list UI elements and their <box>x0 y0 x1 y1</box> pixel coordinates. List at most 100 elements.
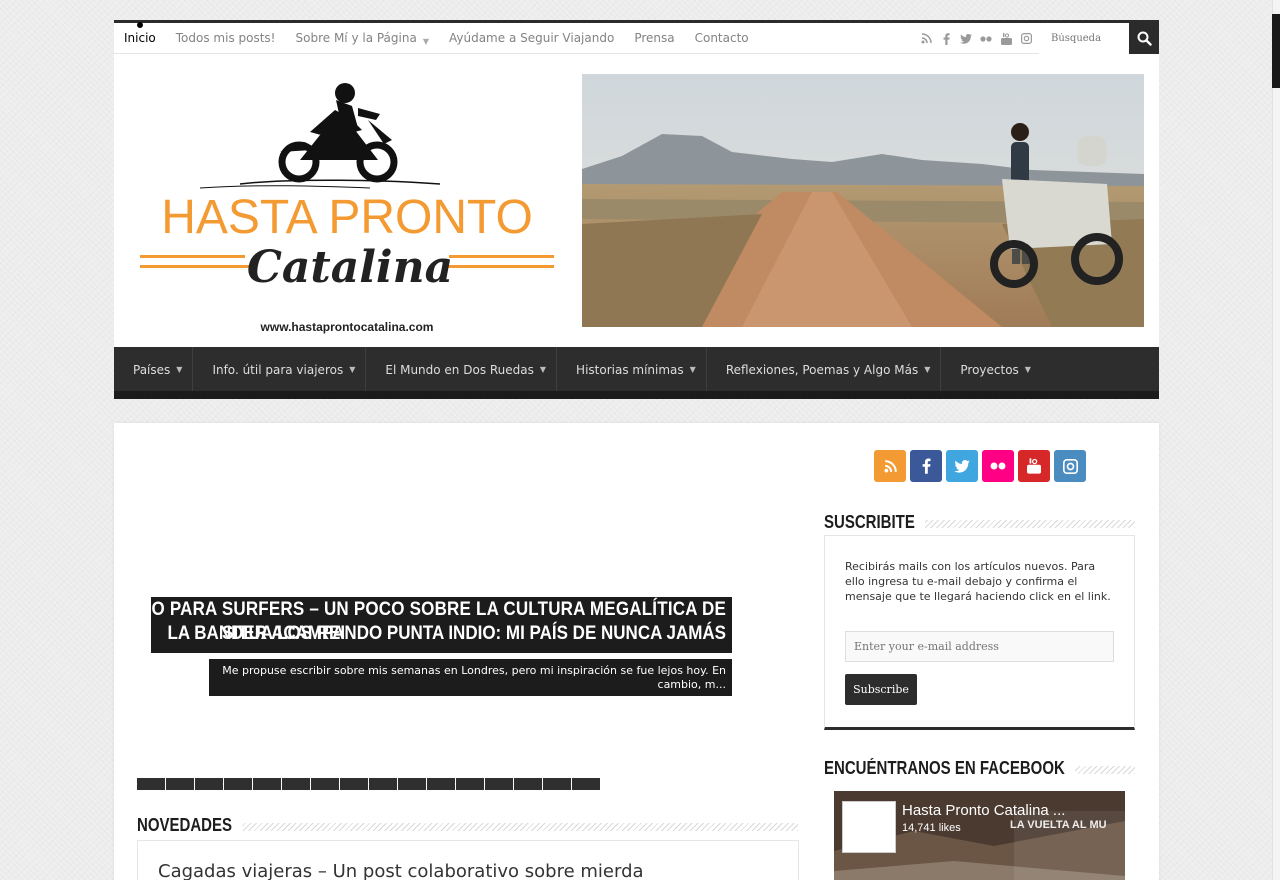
main-nav-mundo-dos-ruedas-label: El Mundo en Dos Ruedas <box>385 363 534 377</box>
main-nav-historias-minimas[interactable]: Historias mínimas ▼ <box>557 347 707 391</box>
flickr-icon[interactable] <box>976 23 996 54</box>
caret-down-icon: ▼ <box>924 365 931 374</box>
main-nav-paises[interactable]: Países ▼ <box>114 347 194 391</box>
sidebar-instagram-button[interactable] <box>1054 450 1086 482</box>
instagram-icon <box>1062 458 1078 474</box>
main-nav-historias-minimas-label: Historias mínimas <box>576 363 684 377</box>
main-nav-info-util[interactable]: Info. útil para viajeros ▼ <box>193 347 367 391</box>
slider-pagination <box>137 778 601 790</box>
top-nav-inicio[interactable]: Inicio <box>114 22 166 54</box>
twitter-icon[interactable] <box>956 23 976 54</box>
slider-page-dot[interactable] <box>543 778 571 790</box>
flickr-icon <box>990 462 1006 470</box>
slider-page-dot[interactable] <box>398 778 426 790</box>
slider-page-dot[interactable] <box>282 778 310 790</box>
site-header: HASTA PRONTO Catalina www.hastaprontocat… <box>114 54 1159 347</box>
caret-down-icon: ▼ <box>349 365 356 374</box>
header-banner-photo <box>582 74 1144 327</box>
slider-page-dot[interactable] <box>369 778 397 790</box>
logo-divider-bottom-right <box>444 265 554 268</box>
top-nav-contacto[interactable]: Contacto <box>685 23 759 54</box>
slider-page-dot[interactable] <box>137 778 165 790</box>
slider-title-line-2-right: LA BANDER ACAMPANDO PUNTA INDIO: MI PAÍS… <box>167 621 726 644</box>
facebook-page-likes: 14,741 likes <box>902 822 961 834</box>
logo-divider-bottom <box>140 265 250 268</box>
caret-down-icon: ▼ <box>176 365 183 374</box>
news-item-title[interactable]: Cagadas viajeras – Un post colaborativo … <box>158 861 644 880</box>
instagram-icon[interactable] <box>1016 23 1036 54</box>
facebook-page-name[interactable]: Hasta Pronto Catalina ... <box>902 802 1065 819</box>
sidebar-facebook-button[interactable] <box>910 450 942 482</box>
search-button[interactable] <box>1129 23 1159 54</box>
facebook-icon <box>922 458 930 474</box>
facebook-page-widget[interactable]: Hasta Pronto Catalina ... 14,741 likes L… <box>834 791 1125 880</box>
logo-title: HASTA PRONTO <box>161 191 533 244</box>
top-nav-sobre-mi[interactable]: Sobre Mí y la Página ▼ <box>286 23 439 54</box>
caret-down-icon: ▼ <box>689 365 696 374</box>
slider-page-dot[interactable] <box>195 778 223 790</box>
subscribe-button[interactable]: Subscribe <box>845 674 917 705</box>
twitter-icon <box>954 459 970 473</box>
sidebar-flickr-button[interactable] <box>982 450 1014 482</box>
caret-down-icon: ▼ <box>539 365 547 374</box>
main-nav-reflexiones-label: Reflexiones, Poemas y Algo Más <box>725 363 919 377</box>
subscribe-description: Recibirás mails con los artículos nuevos… <box>845 560 1111 603</box>
slider-caption-title[interactable]: PULAU NIAS NO ES SÓLO PARA SURFERS – UN … <box>151 597 732 653</box>
main-nav-proyectos[interactable]: Proyectos ▼ <box>941 347 1041 391</box>
news-item[interactable]: Cagadas viajeras – Un post colaborativo … <box>137 840 799 880</box>
sidebar-twitter-button[interactable] <box>946 450 978 482</box>
sidebar-youtube-button[interactable] <box>1018 450 1050 482</box>
slider-caption-excerpt: Me propuse escribir sobre mis semanas en… <box>209 659 732 696</box>
logo-script: Catalina <box>246 242 454 293</box>
slider-page-dot[interactable] <box>456 778 484 790</box>
facebook-heading: ENCUÉNTRANOS EN FACEBOOK <box>824 758 1075 779</box>
slider-page-dot[interactable] <box>485 778 513 790</box>
slider-title-line-1: PULAU NIAS NO ES SÓLO PARA SURFERS – UN … <box>151 597 726 620</box>
facebook-page-logo <box>842 801 896 853</box>
facebook-cover-text: LA VUELTA AL MU <box>1010 819 1107 831</box>
subscribe-widget: Recibirás mails con los artículos nuevos… <box>824 535 1135 730</box>
motorcycle-rider-illustration <box>199 83 441 189</box>
search-icon <box>1137 31 1152 46</box>
search-input[interactable] <box>1039 23 1129 54</box>
slider-page-dot[interactable] <box>166 778 194 790</box>
slider-page-dot[interactable] <box>311 778 339 790</box>
top-nav-ayudame[interactable]: Ayúdame a Seguir Viajando <box>439 23 624 54</box>
email-field[interactable] <box>845 631 1114 662</box>
top-nav: Inicio Todos mis posts! Sobre Mí y la Pá… <box>114 22 759 54</box>
youtube-icon[interactable] <box>996 23 1016 54</box>
logo-divider-top <box>140 255 245 258</box>
site-logo[interactable]: HASTA PRONTO Catalina www.hastaprontocat… <box>140 80 554 340</box>
slider-page-dot[interactable] <box>224 778 252 790</box>
novedades-heading: NOVEDADES <box>137 815 243 836</box>
page-scrollbar[interactable] <box>1272 0 1280 880</box>
top-nav-todos-mis-posts[interactable]: Todos mis posts! <box>166 23 286 54</box>
slider-page-dot[interactable] <box>514 778 542 790</box>
slider-page-dot[interactable] <box>572 778 600 790</box>
caret-down-icon: ▼ <box>422 37 429 46</box>
top-social-links <box>916 23 1036 54</box>
caret-down-icon: ▼ <box>1024 365 1031 374</box>
sidebar-social-buttons <box>874 450 1090 482</box>
rss-icon[interactable] <box>916 23 936 54</box>
main-nav: Países ▼ Info. útil para viajeros ▼ El Mun… <box>114 347 1159 399</box>
main-nav-reflexiones[interactable]: Reflexiones, Poemas y Algo Más ▼ <box>707 347 942 391</box>
logo-divider-top-right <box>449 255 554 258</box>
sidebar-rss-button[interactable] <box>874 450 906 482</box>
slider-page-dot[interactable] <box>340 778 368 790</box>
slider-page-dot[interactable] <box>253 778 281 790</box>
top-bar: Inicio Todos mis posts! Sobre Mí y la Pá… <box>114 20 1159 54</box>
youtube-icon <box>1027 458 1041 474</box>
facebook-icon[interactable] <box>936 23 956 54</box>
main-nav-info-util-label: Info. útil para viajeros <box>212 363 344 377</box>
main-nav-proyectos-label: Proyectos <box>960 363 1019 377</box>
slider-page-dot[interactable] <box>427 778 455 790</box>
subscribe-heading-stripes <box>894 520 1135 528</box>
rss-icon <box>883 459 897 473</box>
main-content: PULAU NIAS NO ES SÓLO PARA SURFERS – UN … <box>114 423 1159 880</box>
main-nav-mundo-dos-ruedas[interactable]: El Mundo en Dos Ruedas ▼ <box>366 347 558 391</box>
scrollbar-thumb[interactable] <box>1272 14 1280 88</box>
top-nav-prensa[interactable]: Prensa <box>624 23 684 54</box>
logo-url: www.hastaprontocatalina.com <box>260 320 434 334</box>
top-nav-sobre-mi-label: Sobre Mí y la Página <box>295 31 417 45</box>
